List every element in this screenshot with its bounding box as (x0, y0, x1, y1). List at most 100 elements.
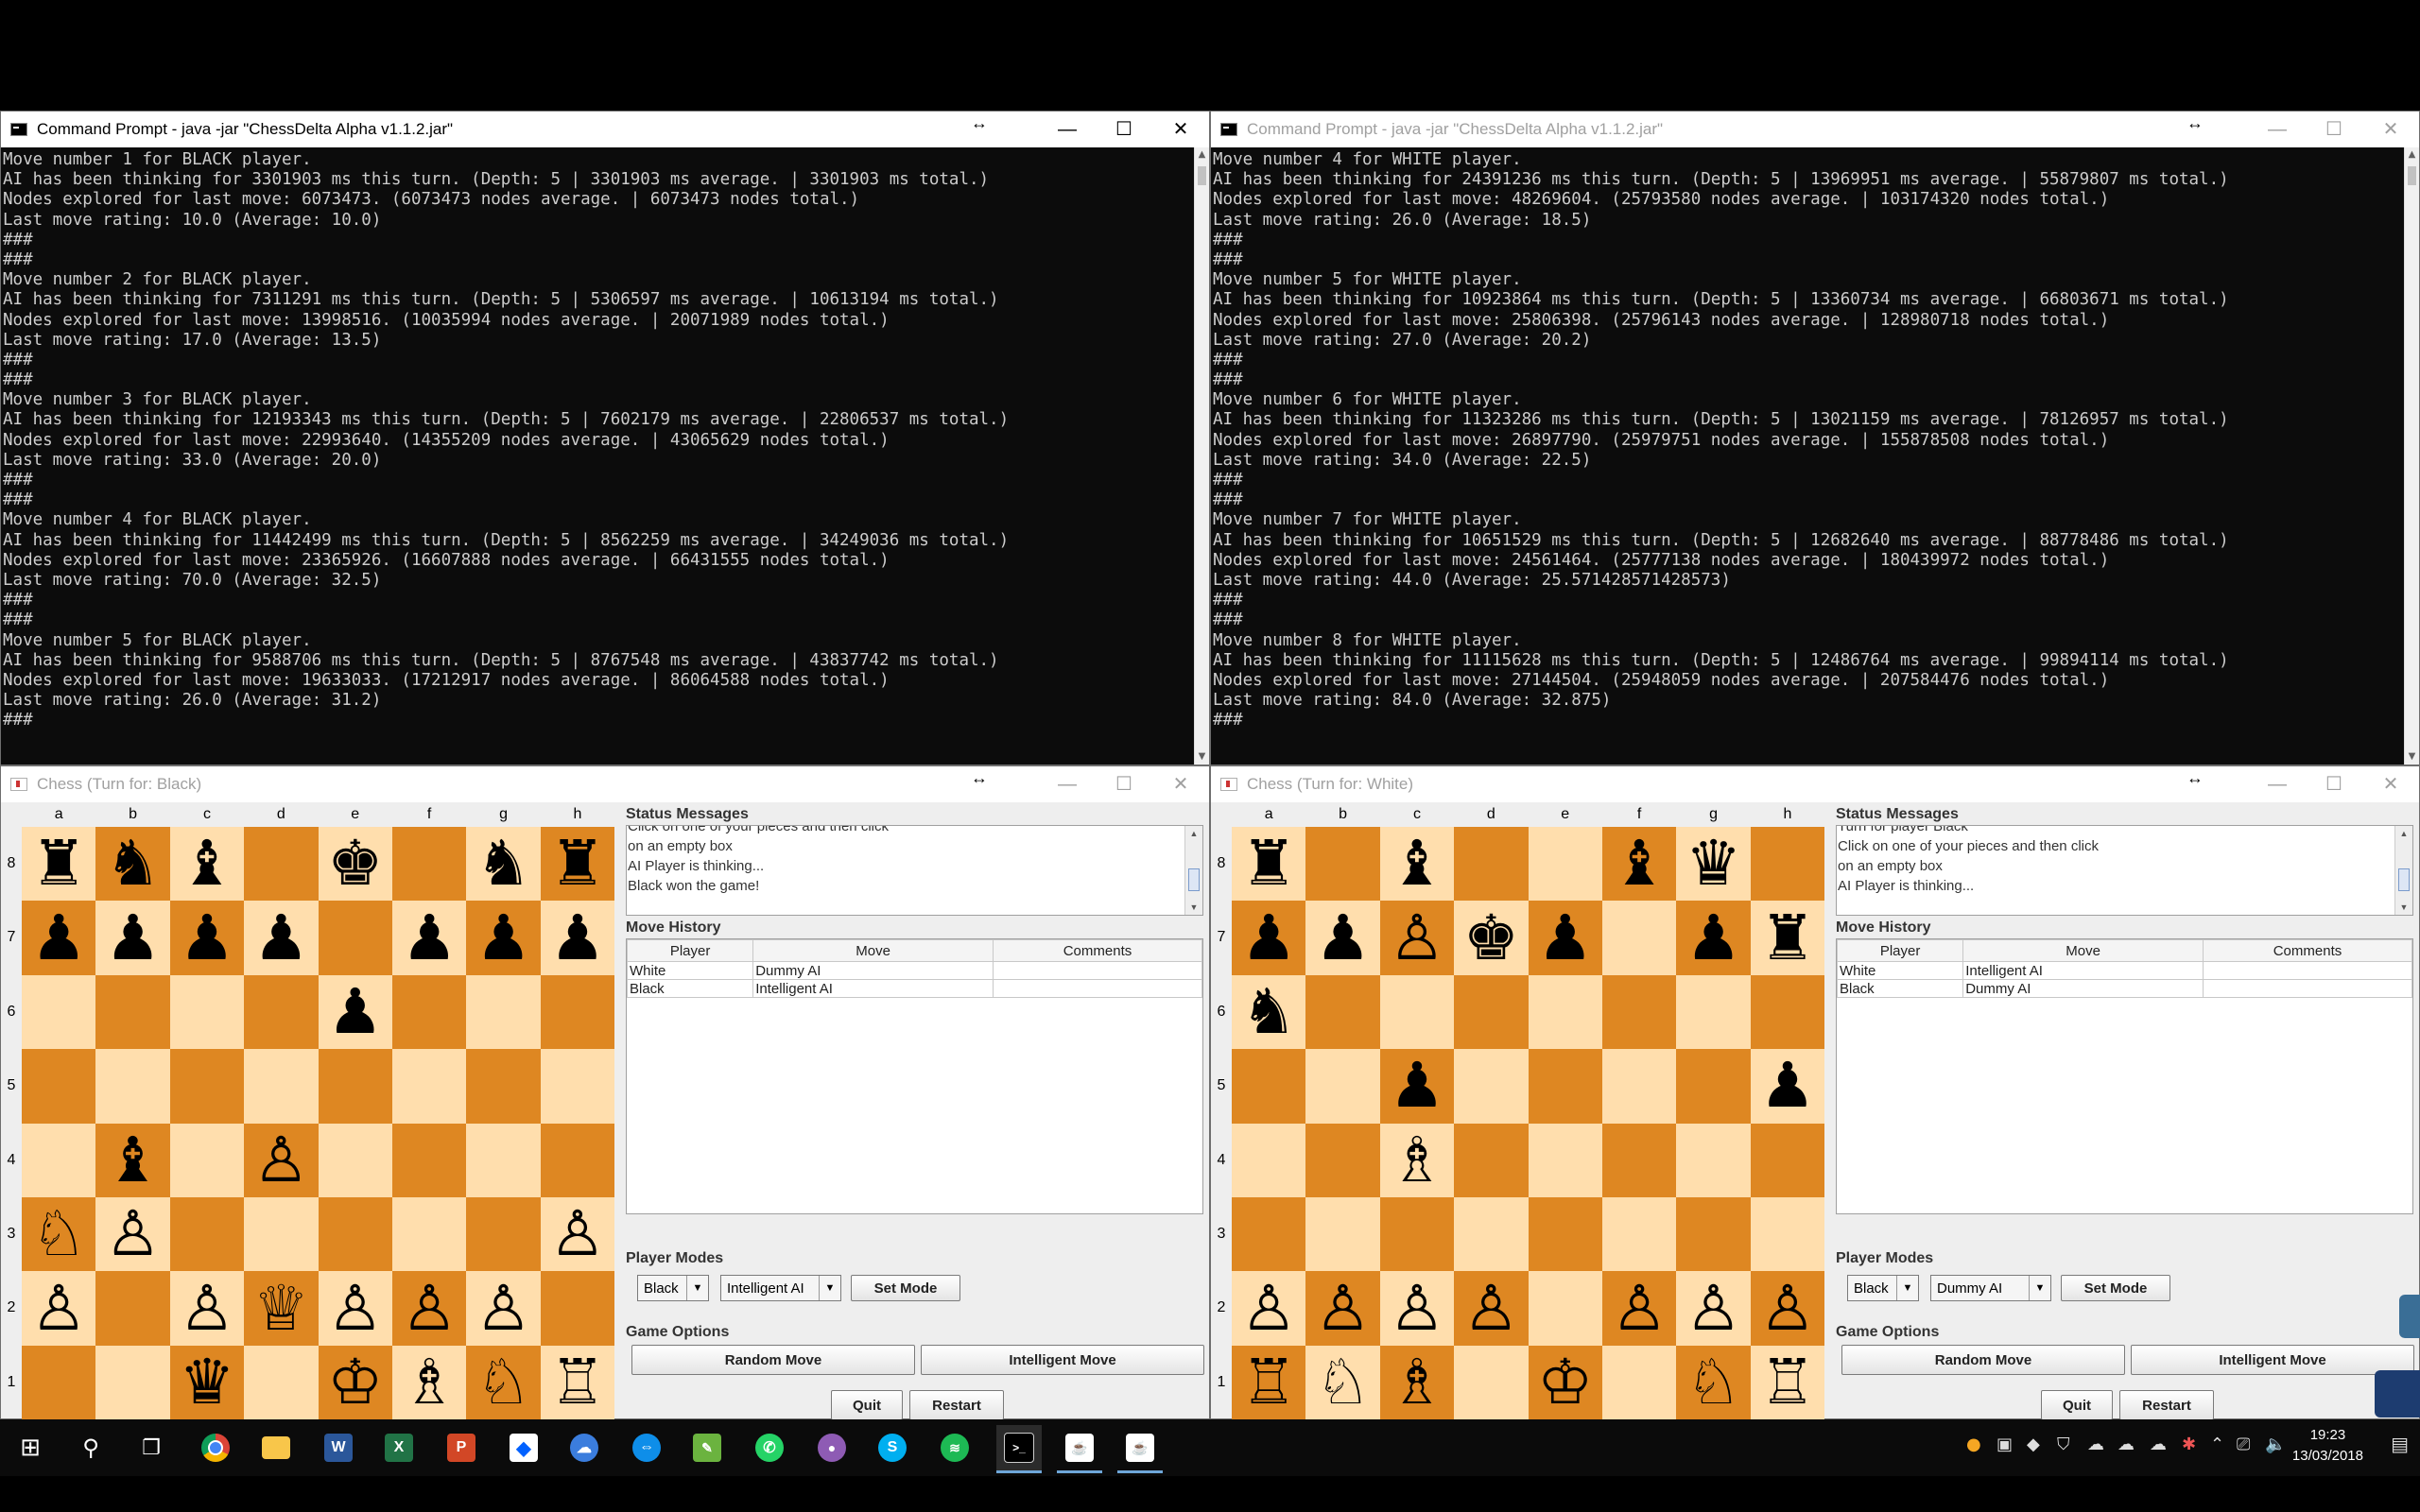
chess-piece[interactable]: ♘ (1315, 1350, 1371, 1414)
board-square-e2[interactable] (1528, 1271, 1602, 1346)
board-square-h8[interactable] (1750, 827, 1825, 902)
board-square-a8[interactable]: ♜ (22, 827, 96, 902)
minimize-button[interactable]: — (2249, 766, 2306, 802)
board-square-f2[interactable]: ♙ (391, 1271, 467, 1346)
chess-piece[interactable]: ♟ (179, 906, 234, 970)
chrome-icon[interactable] (197, 1429, 234, 1467)
console-output[interactable]: Move number 1 for BLACK player. AI has be… (1, 147, 1194, 765)
intelligent-move-button[interactable]: Intelligent Move (2131, 1345, 2414, 1375)
chess-piece[interactable]: ♙ (105, 1203, 161, 1265)
board-square-b7[interactable]: ♟ (95, 901, 170, 975)
tray-app-icon[interactable]: ✱ (2182, 1435, 2196, 1454)
board-square-f7[interactable]: ♟ (391, 901, 467, 975)
board-square-b4[interactable]: ♝ (95, 1123, 170, 1197)
console-output[interactable]: Move number 4 for WHITE player. AI has be… (1211, 147, 2404, 765)
side-widget-icon[interactable] (2375, 1370, 2420, 1418)
chess-piece[interactable]: ♙ (253, 1128, 309, 1192)
table-row[interactable]: White Intelligent AI (1836, 961, 2413, 980)
board-square-f6[interactable] (1601, 974, 1677, 1050)
scroll-down-icon[interactable]: ▼ (1195, 749, 1209, 765)
board-square-b1[interactable]: ♘ (1305, 1345, 1380, 1420)
table-row[interactable]: Black Dummy AI (1836, 979, 2413, 998)
board-square-b2[interactable]: ♙ (1305, 1271, 1380, 1346)
scroll-up-icon[interactable]: ▲ (2405, 147, 2419, 163)
board-square-h6[interactable] (540, 974, 615, 1050)
board-square-d8[interactable] (244, 827, 319, 902)
column-header[interactable]: Comments (992, 939, 1203, 962)
board-square-d1[interactable] (244, 1345, 319, 1420)
minimize-button[interactable]: — (1039, 112, 1096, 147)
board-square-b6[interactable] (95, 974, 170, 1050)
chess-title-bar[interactable]: Chess (Turn for: White) ↔ — ☐ ✕ (1211, 766, 2419, 802)
scroll-thumb[interactable] (1188, 868, 1200, 891)
network-icon[interactable]: ⎚ (2237, 1435, 2250, 1454)
side-widget-tab[interactable] (2399, 1295, 2420, 1338)
status-messages-box[interactable]: Click on one of your pieces and then cli… (626, 825, 1203, 916)
chess-piece[interactable]: ♙ (1612, 1277, 1668, 1340)
board-square-f8[interactable]: ♝ (1601, 827, 1677, 902)
table-row[interactable]: White Dummy AI (626, 961, 1203, 980)
random-move-button[interactable]: Random Move (1841, 1345, 2125, 1375)
board-square-e1[interactable]: ♔ (318, 1345, 392, 1420)
chess-piece[interactable]: ♞ (105, 833, 161, 895)
file-explorer-icon[interactable] (257, 1429, 295, 1467)
board-square-e8[interactable] (1528, 827, 1602, 902)
board-square-h7[interactable]: ♜ (1750, 901, 1825, 975)
board-square-f2[interactable]: ♙ (1601, 1271, 1677, 1346)
board-square-h1[interactable]: ♖ (540, 1345, 615, 1420)
board-square-g8[interactable]: ♛ (1676, 827, 1751, 902)
board-square-h3[interactable] (1750, 1196, 1825, 1272)
status-messages-box[interactable]: Turn for player Black Click on one of you… (1836, 825, 2413, 916)
chess-piece[interactable]: ♙ (549, 1203, 605, 1265)
chess-piece[interactable]: ♟ (475, 906, 531, 970)
close-button[interactable]: ✕ (1152, 766, 1209, 802)
chess-piece[interactable]: ♟ (105, 906, 161, 970)
random-move-button[interactable]: Random Move (631, 1345, 915, 1375)
board-square-c6[interactable] (1379, 974, 1455, 1050)
status-scrollbar[interactable]: ▲ ▼ (2394, 826, 2412, 915)
board-square-e5[interactable] (318, 1049, 392, 1124)
column-header[interactable]: Move (1962, 939, 2204, 962)
board-square-a7[interactable]: ♟ (1232, 901, 1306, 975)
chess-piece[interactable]: ♚ (1463, 906, 1519, 970)
board-square-h7[interactable]: ♟ (540, 901, 615, 975)
board-square-h4[interactable] (540, 1123, 615, 1197)
board-square-d6[interactable] (244, 974, 319, 1050)
board-square-g3[interactable] (466, 1196, 541, 1272)
board-square-f1[interactable] (1601, 1345, 1677, 1420)
board-square-f5[interactable] (1601, 1049, 1677, 1124)
chess-piece[interactable]: ♗ (1389, 1128, 1444, 1192)
maximize-button[interactable]: ☐ (1096, 766, 1152, 802)
player-select[interactable]: Black ▼ (1847, 1275, 1919, 1301)
chess-piece[interactable]: ♟ (1537, 906, 1593, 970)
minimize-button[interactable]: — (1039, 766, 1096, 802)
chess-piece[interactable]: ♙ (1759, 1277, 1815, 1340)
quit-button[interactable]: Quit (2041, 1390, 2113, 1420)
board-square-e4[interactable] (318, 1123, 392, 1197)
board-square-h5[interactable]: ♟ (1750, 1049, 1825, 1124)
board-square-a5[interactable] (22, 1049, 96, 1124)
board-square-b7[interactable]: ♟ (1305, 901, 1380, 975)
chess-piece[interactable]: ♜ (1759, 906, 1815, 970)
set-mode-button[interactable]: Set Mode (851, 1275, 960, 1301)
board-square-e6[interactable]: ♟ (318, 974, 392, 1050)
search-icon[interactable]: ⚲ (72, 1429, 110, 1467)
chess-piece[interactable]: ♟ (253, 906, 309, 970)
board-square-g6[interactable] (1676, 974, 1751, 1050)
chess-board[interactable]: ♜ ♝ ♝ ♛ ♟ ♟ ♙ ♚ ♟ ♟ ♜ ♞ ♟ ♟ ♗ ♙ ♙ ♙ ♙ ♙ ♙ ♙ ♖ ♘ ♗ ♔ ♘ ♖ (1232, 827, 1825, 1420)
console-scrollbar[interactable]: ▲ ▼ (1194, 147, 1209, 765)
chess-piece[interactable]: ♛ (179, 1350, 234, 1414)
board-square-b4[interactable] (1305, 1123, 1380, 1197)
board-square-c4[interactable] (169, 1123, 245, 1197)
board-square-e7[interactable] (318, 901, 392, 975)
chess-piece[interactable]: ♔ (1537, 1350, 1593, 1414)
board-square-c3[interactable] (1379, 1196, 1455, 1272)
clock[interactable]: 19:23 13/03/2018 (2292, 1425, 2363, 1467)
board-square-c2[interactable]: ♙ (169, 1271, 245, 1346)
board-square-d2[interactable]: ♙ (1454, 1271, 1529, 1346)
player-select[interactable]: Black ▼ (637, 1275, 709, 1301)
close-button[interactable]: ✕ (2362, 112, 2419, 147)
board-square-g5[interactable] (1676, 1049, 1751, 1124)
chess-piece[interactable]: ♟ (402, 906, 458, 970)
java-taskbar-icon[interactable]: ☕ (1057, 1425, 1102, 1473)
